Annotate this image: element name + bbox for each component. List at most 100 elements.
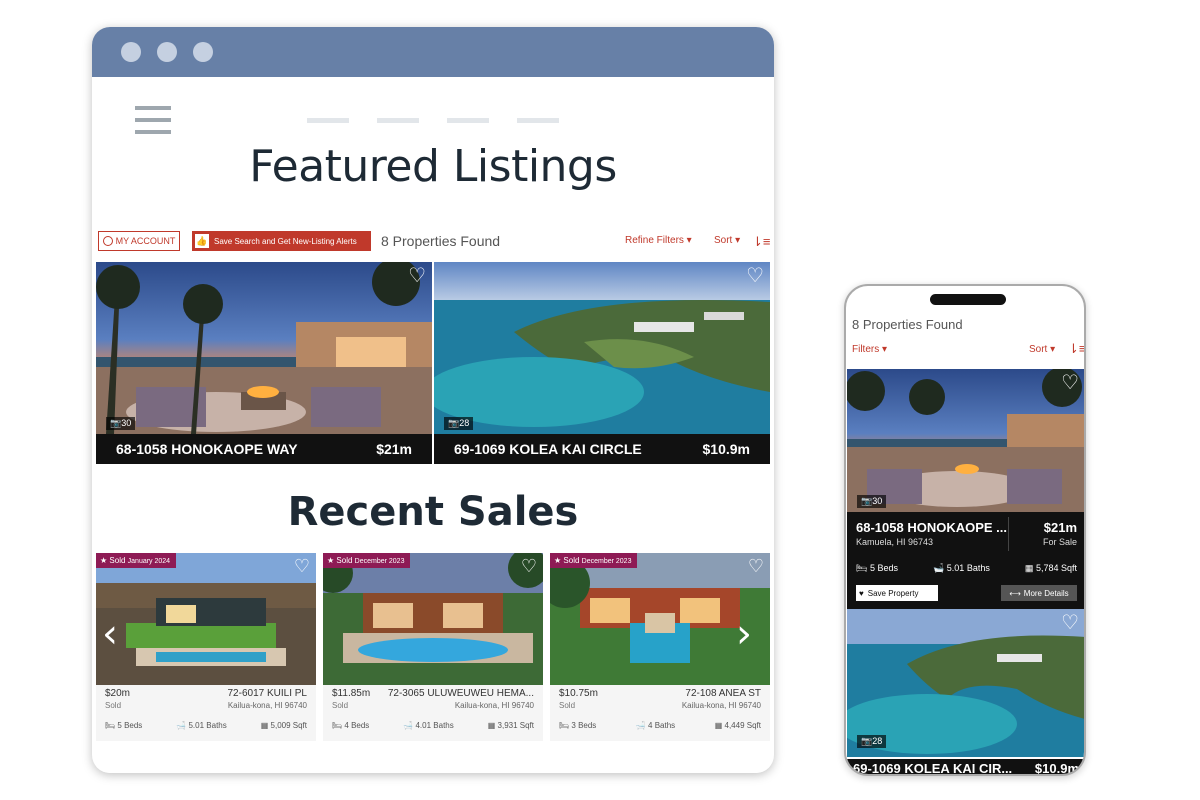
hamburger-icon[interactable] [135, 106, 171, 142]
sort-dropdown[interactable]: Sort ▾ [714, 235, 740, 246]
sold-badge-prefix: Sold [563, 556, 580, 565]
sold-badge: ★ Sold December 2023 [323, 553, 411, 568]
listing-features: 🛏 5 Beds 🛁 5.01 Baths ▦ 5,784 Sqft [856, 563, 1077, 574]
sale-city: Kailua-kona, HI 96740 [681, 701, 761, 710]
photo-count: 📷28 [857, 735, 887, 748]
bath-icon: 🛁 [403, 721, 414, 730]
listing-photo [323, 553, 543, 685]
baths-feature: 🛁 4.01 Baths [403, 721, 453, 730]
listing-caption: 69-1069 KOLEA KAI CIRCLE $10.9m [434, 434, 770, 464]
sqft-icon: ▦ [487, 721, 496, 730]
heart-icon[interactable]: ♡ [1061, 613, 1079, 633]
sort-icon[interactable]: ⇂≡ [752, 234, 770, 250]
mobile-listing-card[interactable]: 📷30 ♡ 68-1058 HONOKAOPE ... Kamuela, HI … [847, 369, 1084, 609]
chevron-left-icon[interactable]: ‹ [102, 614, 118, 654]
listing-caption: 69-1069 KOLEA KAI CIR... $10.9m [847, 759, 1084, 774]
nav-placeholder[interactable] [307, 118, 349, 123]
page-title: Featured Listings [249, 141, 617, 192]
sqft-value: 4,449 Sqft [724, 721, 761, 730]
save-search-label: Save Search and Get New-Listing Alerts [214, 236, 357, 246]
sale-price: $10.75m [559, 688, 598, 699]
recent-sales-title: Recent Sales [287, 489, 579, 535]
listing-address: 68-1058 HONOKAOPE ... [856, 520, 1007, 535]
listing-photo [96, 553, 316, 685]
sqft-feature: ▦ 5,009 Sqft [261, 721, 307, 730]
bath-icon: 🛁 [635, 721, 646, 730]
sold-badge-date: January 2024 [127, 558, 171, 565]
heart-icon[interactable]: ♡ [746, 266, 764, 286]
sale-address: 72-108 ANEA ST [685, 688, 761, 699]
sale-features: 🛏 5 Beds 🛁 5.01 Baths ▦ 5,009 Sqft [105, 721, 307, 730]
refine-filters-dropdown[interactable]: Refine Filters ▾ [625, 235, 692, 246]
photo-count: 📷30 [106, 417, 136, 430]
sqft-icon: ▦ [260, 721, 269, 730]
listing-caption: 68-1058 HONOKAOPE WAY $21m [96, 434, 432, 464]
sale-status: Sold [559, 701, 576, 710]
beds-value: 3 Beds [571, 721, 597, 730]
window-dot [157, 42, 177, 62]
bath-icon: 🛁 [176, 721, 187, 730]
listing-status: For Sale [1042, 537, 1077, 547]
sale-card[interactable]: ★ Sold January 2024 ♡ $20m 72-6017 KUILI … [96, 553, 316, 741]
photo-count-value: 28 [872, 736, 883, 746]
heart-icon[interactable]: ♡ [408, 266, 426, 286]
baths-feature: 🛁 5.01 Baths [933, 563, 990, 574]
save-property-button[interactable]: ♥ Save Property [856, 585, 938, 601]
nav-placeholder[interactable] [517, 118, 559, 123]
listing-photo [847, 369, 1084, 512]
baths-value: 5.01 Baths [946, 563, 990, 573]
sale-status: Sold [332, 701, 349, 710]
browser-content: Featured Listings MY ACCOUNT 👍 Save Sear… [96, 77, 770, 773]
baths-value: 4.01 Baths [415, 721, 454, 730]
heart-icon: ♥ [859, 588, 864, 598]
window-dot [193, 42, 213, 62]
sale-info: $10.75m 72-108 ANEA ST Sold Kailua-kona, H… [550, 685, 770, 715]
heart-icon[interactable]: ♡ [1061, 373, 1079, 393]
expand-icon: ⟷ [1009, 588, 1021, 598]
sort-icon[interactable]: ⇂≡ [1068, 341, 1084, 357]
chevron-right-icon[interactable]: › [736, 614, 752, 654]
filters-dropdown[interactable]: Filters ▾ [852, 344, 887, 355]
sqft-feature: ▦ 5,784 Sqft [1025, 563, 1077, 574]
window-dot [121, 42, 141, 62]
sort-label: Sort [1029, 344, 1048, 355]
user-icon [102, 236, 113, 246]
beds-value: 5 Beds [869, 563, 898, 573]
heart-icon[interactable]: ♡ [294, 556, 310, 577]
divider [1008, 517, 1009, 551]
star-icon: ★ [327, 556, 335, 565]
heart-icon[interactable]: ♡ [748, 556, 764, 577]
sold-badge-date: December 2023 [581, 558, 632, 565]
sale-features: 🛏 3 Beds 🛁 4 Baths ▦ 4,449 Sqft [559, 721, 761, 730]
nav-placeholder[interactable] [447, 118, 489, 123]
save-search-button[interactable]: 👍 Save Search and Get New-Listing Alerts [192, 231, 371, 251]
listing-price: $21m [1043, 520, 1077, 535]
sale-price: $11.85m [332, 688, 371, 699]
save-property-label: Save Property [867, 588, 919, 598]
beds-value: 4 Beds [344, 721, 370, 730]
sold-badge-prefix: Sold [109, 556, 126, 565]
beds-feature: 🛏 5 Beds [105, 721, 142, 730]
sold-badge-date: December 2023 [354, 558, 405, 565]
more-details-button[interactable]: ⟷ More Details [1001, 585, 1077, 601]
featured-card[interactable]: 📷28 ♡ 69-1069 KOLEA KAI CIRCLE $10.9m [434, 262, 770, 464]
listing-city: Kamuela, HI 96743 [856, 537, 934, 547]
sale-card[interactable]: ★ Sold December 2023 ♡ $11.85m 72-3065 UL… [323, 553, 543, 741]
bath-icon: 🛁 [933, 563, 945, 573]
my-account-button[interactable]: MY ACCOUNT [98, 231, 180, 251]
sold-badge-prefix: Sold [336, 556, 353, 565]
mobile-phone-mockup: 8 Properties Found Filters ▾ Sort ▾ ⇂≡ 📷… [844, 284, 1086, 776]
photo-count: 📷30 [857, 495, 887, 508]
sqft-value: 5,784 Sqft [1035, 563, 1077, 573]
sale-address: 72-3065 ULUWEUWEU HEMA... [387, 688, 534, 699]
heart-icon[interactable]: ♡ [521, 556, 537, 577]
featured-card[interactable]: 📷30 ♡ 68-1058 HONOKAOPE WAY $21m [96, 262, 432, 464]
photo-count: 📷28 [444, 417, 474, 430]
nav-placeholder[interactable] [377, 118, 419, 123]
listing-price: $10.9m [702, 441, 750, 457]
photo-count-value: 30 [121, 418, 132, 428]
sold-badge: ★ Sold December 2023 [550, 553, 638, 568]
mobile-listing-card[interactable]: 📷28 ♡ 69-1069 KOLEA KAI CIR... $10.9m [847, 609, 1084, 774]
sort-dropdown[interactable]: Sort ▾ [1029, 344, 1055, 355]
sale-price: $20m [105, 688, 131, 699]
